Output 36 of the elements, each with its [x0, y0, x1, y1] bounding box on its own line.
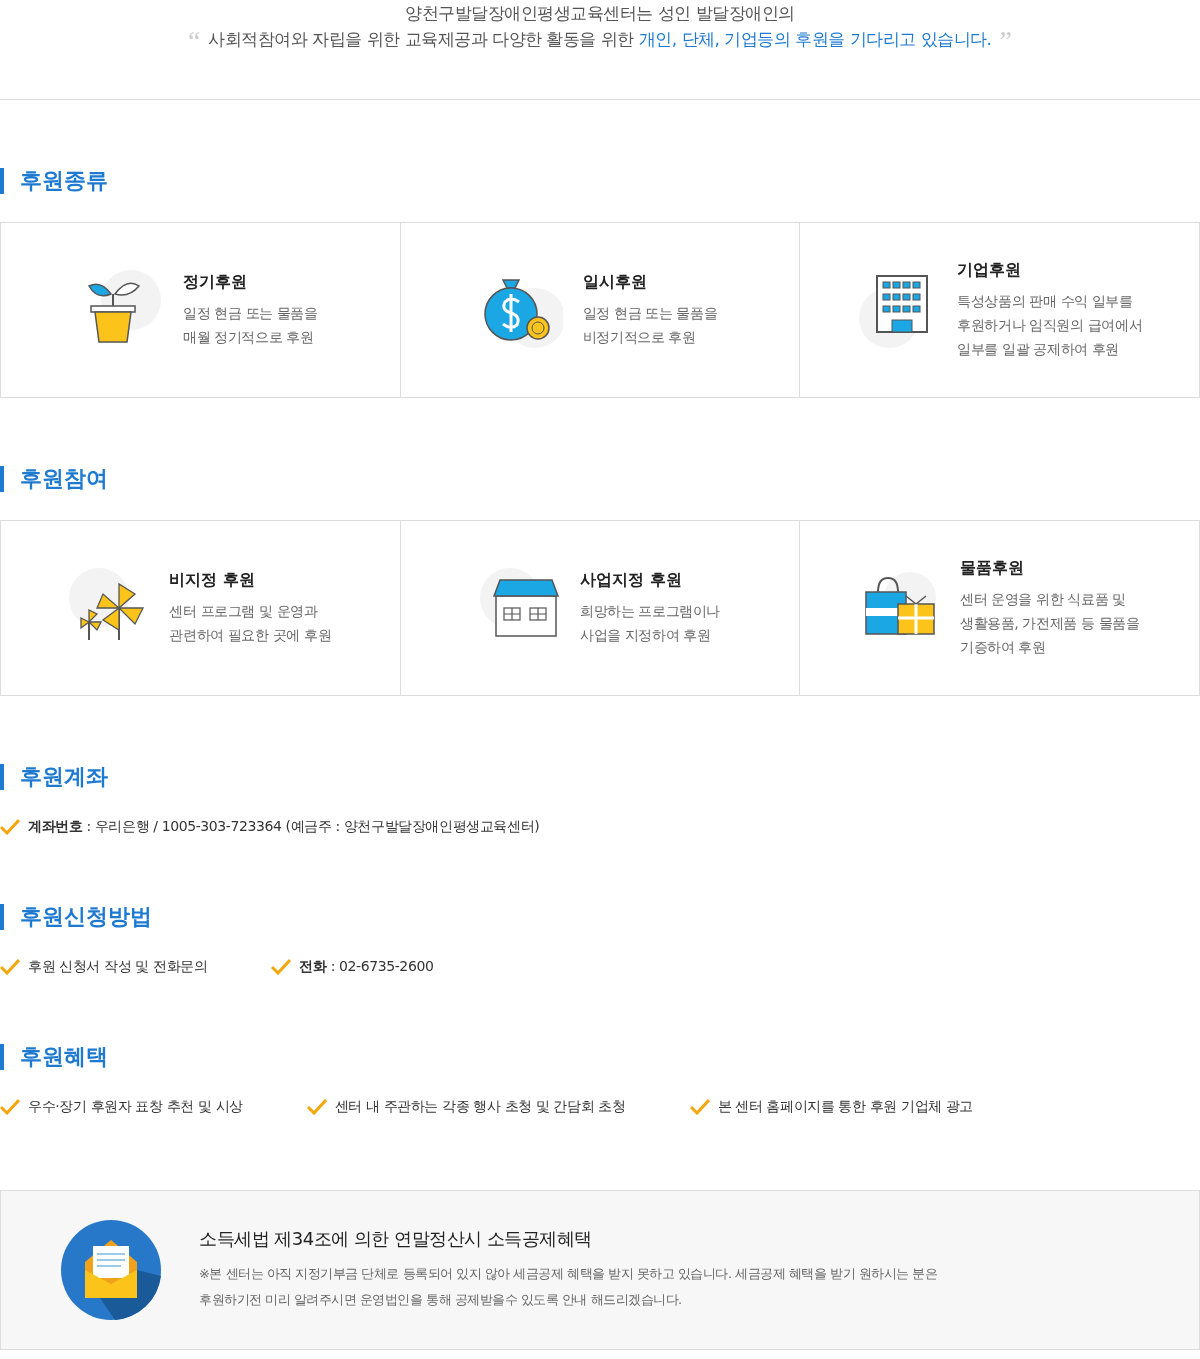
card-title: 사업지정 후원: [579, 569, 683, 591]
list-text: 계좌번호 : 우리은행 / 1005-303-723364 (예금주 : 양천구발달장애인평생교육센터): [28, 818, 540, 836]
card-description: 일정 현금 또는 물품을 매월 정기적으로 후원: [183, 303, 318, 347]
card-title: 기업후원: [957, 259, 1023, 281]
card-title: 일시후원: [582, 271, 648, 293]
section-heading: 후원종류: [0, 168, 1200, 194]
card-title: 비지정 후원: [169, 569, 256, 591]
card-title: 정기후원: [183, 271, 249, 293]
list-text: 우수·장기 후원자 표창 추천 및 시상: [28, 1098, 243, 1116]
list-text: 후원 신청서 작성 및 전화문의: [28, 958, 208, 976]
intro-text: 양천구발달장애인평생교육센터는 성인 발달장애인의: [405, 2, 795, 25]
check-icon: [0, 959, 20, 975]
check-icon: [271, 959, 292, 975]
check-icon: [0, 819, 20, 835]
list-text: 전화 : 02-6735-2600: [299, 958, 434, 976]
list-text: 센터 내 주관하는 각종 행사 초청 및 간담회 초청: [334, 1098, 626, 1116]
notice-title: 소득세법 제34조에 의한 연말정산시 소득공제혜택: [199, 1227, 593, 1251]
card-description: 특성상품의 판매 수익 일부를 후원하거나 임직원의 급여에서 일부를 일괄 공제하여 후원: [957, 291, 1143, 359]
section-heading: 후원계좌: [0, 764, 1200, 790]
list-text: 본 센터 홈페이지를 통한 후원 기업체 광고: [717, 1098, 974, 1116]
intro-text: 사회적참여와 자립을 위한 교육제공과 다양한 활동을 위한 개인, 단체, 기업등의 후원을 기다리고 있습니다.: [208, 28, 992, 51]
close-quote-mark: ”: [999, 26, 1012, 56]
card-description: 희망하는 프로그램이나 사업을 지정하여 후원: [579, 601, 720, 645]
check-icon: [0, 1099, 20, 1115]
card-description: 센터 프로그램 및 운영과 관련하여 필요한 곳에 후원: [169, 601, 332, 645]
card-description: 일정 현금 또는 물품을 비정기적으로 후원: [582, 303, 718, 347]
envelope-icon: [61, 1220, 161, 1320]
check-icon: [689, 1099, 710, 1115]
section-heading: 후원참여: [0, 466, 1200, 492]
card-description: 센터 운영을 위한 식료품 및 생활용품, 가전제품 등 물품을 기증하여 후원: [959, 589, 1140, 657]
notice-text: ※본 센터는 아직 지정기부금 단체로 등록되어 있지 않아 세금공제 혜택을 받지 못하고 있습니다. 세금공제 혜택을 받기 원하시는 분은 후원하기전 미리 알려주시면 운영법인을 통해 공제받을수 있도록 안내 해드리겠습니다.: [199, 1265, 938, 1309]
card-title: 물품후원: [959, 557, 1025, 579]
check-icon: [306, 1099, 327, 1115]
open-quote-mark: “: [188, 26, 201, 56]
section-heading: 후원신청방법: [0, 904, 1200, 930]
section-heading: 후원혜택: [0, 1044, 1200, 1070]
